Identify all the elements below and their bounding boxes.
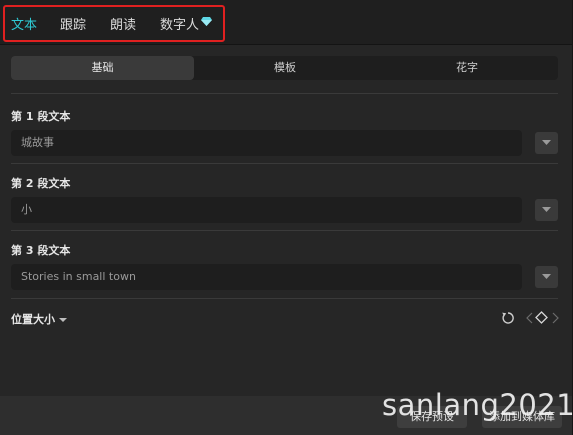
text-segment-1-dropdown[interactable] bbox=[535, 132, 558, 154]
chevron-down-icon bbox=[542, 274, 551, 279]
add-to-library-button[interactable]: 添加到媒体库 bbox=[482, 406, 562, 428]
tab-highlight-frame bbox=[3, 5, 225, 42]
segment-fancy-text[interactable]: 花字 bbox=[376, 56, 558, 80]
chevron-down-icon bbox=[542, 140, 551, 145]
divider bbox=[11, 93, 558, 94]
position-size-section-toggle[interactable]: 位置大小 bbox=[11, 311, 67, 327]
keyframe-diamond-icon[interactable] bbox=[535, 311, 548, 324]
prev-keyframe-icon[interactable] bbox=[526, 312, 533, 324]
chevron-down-icon bbox=[542, 207, 551, 212]
reset-icon[interactable] bbox=[501, 311, 515, 325]
tab-bar: 文本 跟踪 朗读 数字人 bbox=[0, 0, 572, 45]
text-segment-2-label: 第 2 段文本 bbox=[11, 177, 71, 190]
divider bbox=[11, 230, 558, 231]
next-keyframe-icon[interactable] bbox=[552, 312, 559, 324]
text-properties-panel: 文本 跟踪 朗读 数字人 基础 模板 花字 第 1 段文本 城故事 第 2 段文… bbox=[0, 0, 572, 435]
text-segment-3-label: 第 3 段文本 bbox=[11, 244, 71, 257]
section-title: 位置大小 bbox=[11, 313, 55, 326]
footer-bar: 保存预设 添加到媒体库 bbox=[0, 396, 572, 435]
caret-down-icon bbox=[59, 317, 67, 322]
text-segment-2-dropdown[interactable] bbox=[535, 199, 558, 221]
segment-basic[interactable]: 基础 bbox=[11, 56, 194, 80]
segment-template[interactable]: 模板 bbox=[194, 56, 376, 80]
divider bbox=[11, 163, 558, 164]
segmented-control: 基础 模板 花字 bbox=[11, 56, 558, 80]
text-segment-1-label: 第 1 段文本 bbox=[11, 110, 71, 123]
text-segment-3-input[interactable]: Stories in small town bbox=[11, 264, 522, 290]
text-segment-3-dropdown[interactable] bbox=[535, 266, 558, 288]
text-segment-2-input[interactable]: 小 bbox=[11, 197, 522, 223]
text-segment-1-input[interactable]: 城故事 bbox=[11, 130, 522, 156]
divider bbox=[11, 298, 558, 299]
save-preset-button[interactable]: 保存预设 bbox=[397, 406, 467, 428]
